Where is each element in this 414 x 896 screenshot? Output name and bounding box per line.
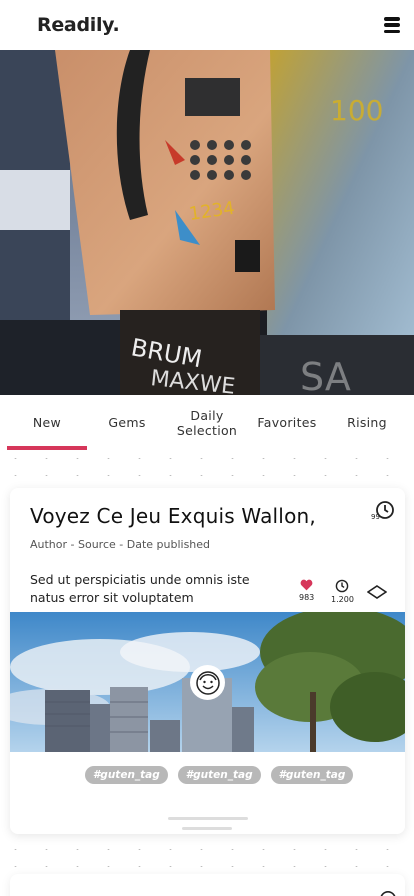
article-card[interactable]: Voyez Ce Jeu Exquis Wallon, 99 Author - … [10,488,405,834]
tag-chip[interactable]: #guten_tag [85,766,168,784]
layers-icon[interactable] [366,584,388,603]
article-title[interactable]: Voyez Ce Jeu Exquis Wallon, [30,504,316,528]
hero-image[interactable]: 100 SA 1234 BRUM MAXWE [0,50,414,395]
clock-icon [336,579,349,593]
views-button[interactable]: 1.200 [331,579,354,604]
tab-favorites[interactable]: Favorites [247,395,327,450]
tab-gems[interactable]: Gems [87,395,167,450]
author-avatar[interactable] [190,665,225,700]
article-description: Sed ut perspiciatis unde omnis iste natu… [30,572,250,606]
tag-chip[interactable]: #guten_tag [270,766,354,784]
svg-text:100: 100 [330,94,383,127]
reading-time-value: 99 [371,513,380,521]
article-meta: Author - Source - Date published [30,538,211,551]
likes-count: 983 [299,593,315,602]
reading-time-badge: 99 [371,500,397,524]
tab-new[interactable]: New [7,395,87,450]
top-bar: Readily. [0,0,414,50]
category-tabs: New Gems Daily Selection Favorites Risin… [0,395,414,450]
heart-icon [300,579,313,591]
tag-chip[interactable]: #guten_tag [177,766,261,784]
clock-icon [380,890,396,896]
drag-handle[interactable] [168,817,248,820]
app-logo[interactable]: Readily. [37,14,120,36]
tab-rising[interactable]: Rising [327,395,407,450]
hamburger-menu-icon[interactable] [384,17,400,33]
article-card-next[interactable] [10,874,405,896]
views-count: 1.200 [331,595,354,604]
tab-daily-selection[interactable]: Daily Selection [167,395,247,450]
tag-list: #guten_tag #guten_tag #guten_tag [85,766,354,784]
drag-handle-secondary[interactable] [182,827,232,830]
smiley-avatar-icon [195,670,220,695]
likes-button[interactable]: 983 [299,579,314,602]
svg-text:SA: SA [300,355,351,395]
